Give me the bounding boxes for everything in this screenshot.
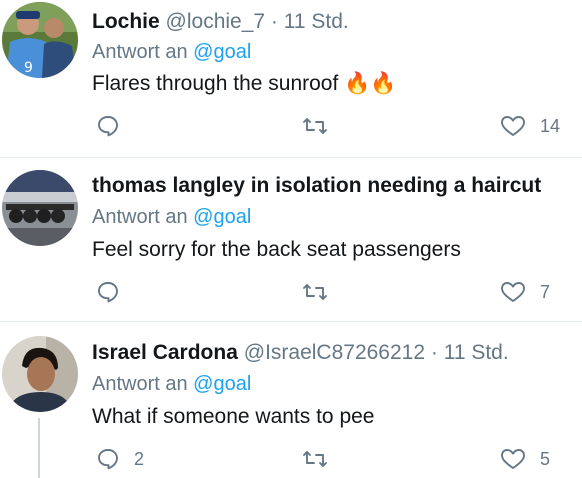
reply-mention[interactable]: @goal [193,373,251,395]
like-button[interactable]: 7 [500,279,550,305]
like-count: 14 [540,115,561,136]
like-icon [501,449,525,469]
retweet-button[interactable] [302,113,342,139]
like-button[interactable]: 14 [500,113,560,139]
reply-count: 2 [134,448,145,469]
retweet-icon [303,118,327,134]
retweet-icon [303,284,327,300]
timestamp[interactable]: · 11 Std. [271,10,349,33]
avatar[interactable] [2,336,78,412]
retweet-button[interactable] [302,446,342,472]
user-name[interactable]: Israel Cardona [92,341,238,364]
like-count: 5 [540,448,551,469]
reply-mention[interactable]: @goal [193,206,251,228]
reply-icon [98,116,118,137]
thread-line [38,418,40,478]
like-icon [501,116,525,136]
user-handle[interactable]: @lochie_7 [166,10,266,33]
reply-button[interactable]: 2 [96,446,144,472]
tweet-text: Feel sorry for the back seat passengers [92,238,461,261]
tweet-israel-cardona[interactable]: Israel Cardona @IsraelC87266212 · 11 Std… [0,322,582,478]
user-name[interactable]: thomas langley in isolation needing a ha… [92,174,541,197]
reply-mention[interactable]: @goal [193,41,251,63]
tweet-text: What if someone wants to pee [92,405,375,428]
reply-prefix: Antwort an [92,206,188,228]
avatar[interactable]: 9 [2,2,78,78]
avatar[interactable] [2,170,78,246]
user-name[interactable]: Lochie [92,10,160,33]
reply-icon [98,282,118,303]
retweet-button[interactable] [302,279,342,305]
tweet-text: Flares through the sunroof [92,72,339,95]
reply-prefix: Antwort an [92,41,188,63]
timestamp[interactable]: · 11 Std. [431,341,509,364]
svg-text:9: 9 [24,60,33,76]
tweet-lochie[interactable]: 9 Lochie @lochie_7 · 11 Std. Antwort an … [0,0,582,158]
fire-emoji: 🔥🔥 [344,72,397,95]
retweet-icon [303,451,327,467]
reply-icon [98,449,118,470]
like-button[interactable]: 5 [500,446,550,472]
reply-prefix: Antwort an [92,373,188,395]
reply-button[interactable] [96,113,134,139]
like-icon [501,282,525,302]
reply-button[interactable] [96,279,134,305]
user-handle[interactable]: @IsraelC87266212 [244,341,425,364]
like-count: 7 [540,281,551,302]
tweet-thomas-langley[interactable]: thomas langley in isolation needing a ha… [0,158,582,322]
